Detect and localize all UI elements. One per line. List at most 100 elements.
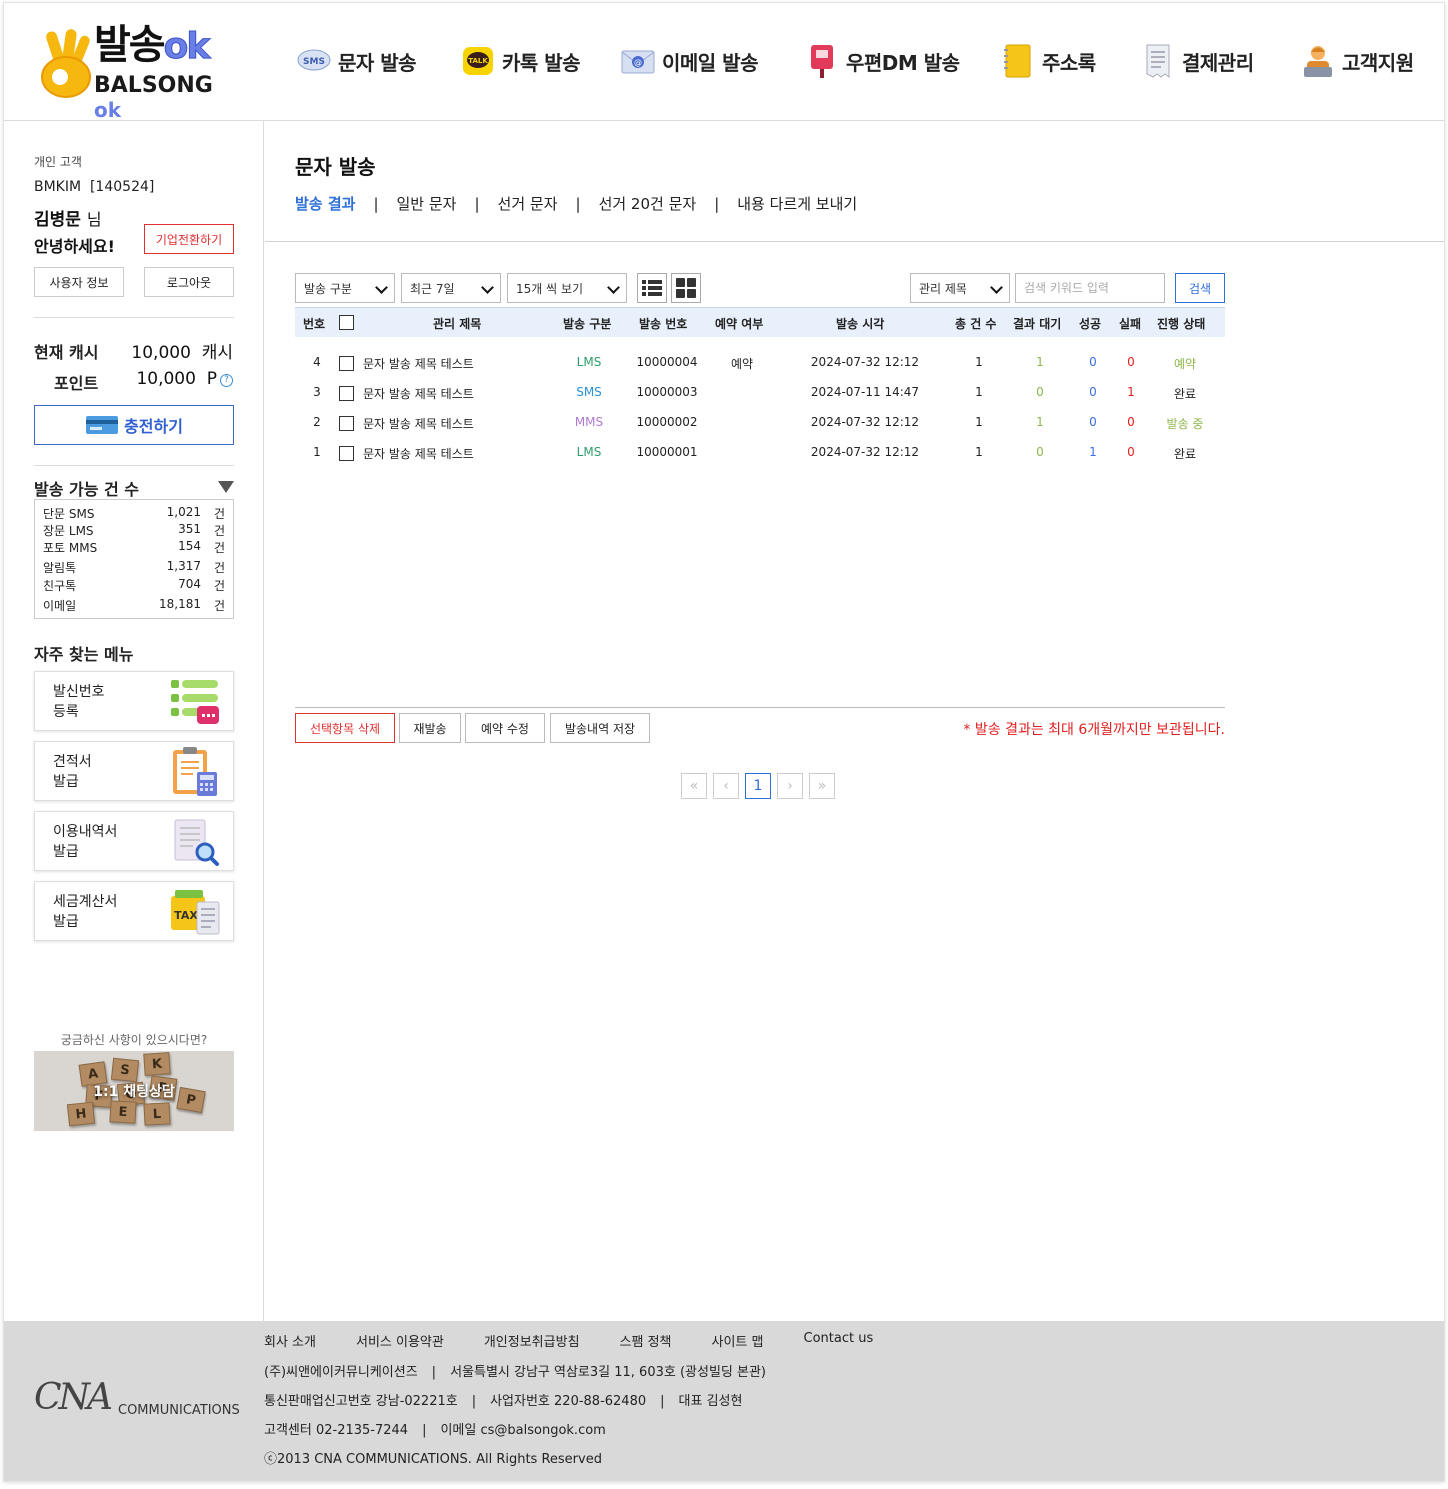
footer-link-about[interactable]: 회사 소개	[264, 1331, 316, 1350]
row-status: 완료	[1173, 447, 1197, 461]
search-field-select[interactable]: 관리 제목	[910, 273, 1010, 303]
ok-hand-icon	[41, 29, 91, 98]
row-wait: 0	[1036, 445, 1044, 459]
collapse-triangle-icon[interactable]	[218, 481, 234, 493]
row-total: 1	[975, 415, 983, 429]
scrabble-tile: S	[110, 1057, 140, 1083]
fav-usage-statement[interactable]: 이용내역서 발급	[34, 811, 234, 871]
avail-unit: 건	[213, 524, 225, 538]
row-title: 문자 발송 제목 테스트	[363, 357, 474, 371]
grid-view-icon	[676, 278, 696, 298]
next-page-button[interactable]: ›	[777, 773, 803, 799]
page-button-current[interactable]: 1	[745, 773, 771, 799]
footer-link-spam-policy[interactable]: 스팸 정책	[620, 1331, 672, 1350]
avail-unit: 건	[213, 579, 225, 593]
row-checkbox[interactable]	[339, 386, 354, 401]
cna-communications-logo: CNA COMMUNICATIONS	[34, 1377, 244, 1421]
tab-send-result[interactable]: 발송 결과	[295, 193, 355, 214]
list-view-button[interactable]	[637, 273, 667, 303]
table-row[interactable]: 1 문자 발송 제목 테스트 LMS 10000001 2024-07-32 12:12…	[295, 439, 1225, 469]
col-type: 발송 구분	[563, 317, 612, 331]
nav-postal-dm[interactable]: 우편DM 발송	[804, 41, 960, 81]
row-checkbox[interactable]	[339, 416, 354, 431]
resend-button[interactable]: 재발송	[399, 713, 461, 743]
sidebar-divider	[34, 465, 234, 466]
row-checkbox[interactable]	[339, 356, 354, 371]
fav-tax-invoice[interactable]: 세금계산서 발급 TAX	[34, 881, 234, 941]
chat-consult-banner[interactable]: A S K F O R H E L P 1:1 채팅상담	[34, 1051, 234, 1131]
row-title: 문자 발송 제목 테스트	[363, 447, 474, 461]
row-fail: 1	[1127, 385, 1135, 399]
avail-row: 이메일 18,181 건	[43, 597, 225, 615]
top-header: 발송ok BALSONG ok SMS 문자 발송 TALK 카톡 발송 @ 이…	[4, 3, 1444, 122]
nav-support[interactable]: 고객지원	[1300, 41, 1414, 81]
footer-link-contact[interactable]: Contact us	[804, 1331, 874, 1350]
grid-view-button[interactable]	[671, 273, 701, 303]
nav-address-book[interactable]: 주소록	[1000, 41, 1096, 81]
row-no: 2	[313, 415, 321, 429]
row-no: 1	[313, 445, 321, 459]
first-page-button[interactable]: «	[681, 773, 707, 799]
select-all-checkbox[interactable]	[339, 315, 354, 330]
table-row[interactable]: 2 문자 발송 제목 테스트 MMS 10000002 2024-07-32 12:12…	[295, 409, 1225, 439]
col-send-no: 발송 번호	[639, 317, 688, 331]
col-send-time: 발송 시각	[836, 317, 885, 331]
corp-switch-button[interactable]: 기업전환하기	[144, 224, 234, 254]
row-send-time: 2024-07-32 12:12	[810, 445, 920, 459]
footer-link-terms[interactable]: 서비스 이용약관	[356, 1331, 444, 1350]
table-row[interactable]: 3 문자 발송 제목 테스트 SMS 10000003 2024-07-11 14:47…	[295, 379, 1225, 409]
tab-election-20[interactable]: 선거 20건 문자	[599, 193, 697, 214]
nav-kakao-label: 카톡 발송	[502, 50, 581, 75]
row-fail: 0	[1127, 445, 1135, 459]
fav-quotation[interactable]: 견적서 발급	[34, 741, 234, 801]
row-wait: 1	[1036, 355, 1044, 369]
logout-button[interactable]: 로그아웃	[144, 267, 234, 297]
table-row[interactable]: 4 문자 발송 제목 테스트 LMS 10000004 예약 2024-07-32 12:…	[295, 349, 1225, 379]
avail-name: 친구톡	[43, 579, 77, 593]
footer-link-privacy[interactable]: 개인정보취급방침	[484, 1331, 580, 1350]
nav-email[interactable]: @ 이메일 발송	[620, 41, 758, 81]
avail-unit: 건	[213, 561, 225, 575]
app-window: 발송ok BALSONG ok SMS 문자 발송 TALK 카톡 발송 @ 이…	[3, 2, 1445, 1482]
tab-separator: |	[575, 194, 581, 213]
period-select[interactable]: 최근 7일	[401, 273, 501, 303]
svg-text:TAX: TAX	[174, 909, 198, 922]
col-fail: 실패	[1119, 317, 1142, 331]
delete-selected-button[interactable]: 선택항목 삭제	[295, 713, 395, 743]
user-info-button[interactable]: 사용자 정보	[34, 267, 124, 297]
row-send-no: 10000004	[636, 355, 698, 369]
row-send-no: 10000001	[636, 445, 698, 459]
nav-kakao[interactable]: TALK 카톡 발송	[460, 41, 581, 81]
footer-separator: |	[471, 1394, 477, 1409]
fav-sender-number[interactable]: 발신번호 등록	[34, 671, 234, 731]
tab-general-text[interactable]: 일반 문자	[397, 193, 457, 214]
tab-individual-content[interactable]: 내용 다르게 보내기	[737, 193, 857, 214]
balsong-ok-logo[interactable]: 발송ok BALSONG ok	[34, 21, 244, 122]
send-type-select[interactable]: 발송 구분	[295, 273, 395, 303]
help-icon[interactable]: ?	[220, 374, 233, 387]
page-size-select[interactable]: 15개 씩 보기	[507, 273, 627, 303]
search-button[interactable]: 검색	[1175, 273, 1225, 303]
point-value-wrap: 10,000 P?	[136, 369, 233, 389]
customer-type: 개인 고객	[34, 155, 82, 169]
col-success: 성공	[1079, 317, 1102, 331]
fav-label: 견적서 발급	[53, 754, 92, 790]
row-checkbox[interactable]	[339, 446, 354, 461]
cna-logo-text: COMMUNICATIONS	[118, 1403, 240, 1418]
main-divider	[265, 241, 1444, 242]
col-reserve: 예약 여부	[715, 317, 764, 331]
footer-link-sitemap[interactable]: 사이트 맵	[712, 1331, 764, 1350]
last-page-button[interactable]: »	[809, 773, 835, 799]
row-send-time: 2024-07-32 12:12	[810, 415, 920, 429]
save-history-button[interactable]: 발송내역 저장	[550, 713, 650, 743]
nav-sms[interactable]: SMS 문자 발송	[296, 41, 417, 81]
nav-payment[interactable]: 결제관리	[1140, 41, 1254, 81]
prev-page-button[interactable]: ‹	[713, 773, 739, 799]
charge-button[interactable]: 충전하기	[34, 405, 234, 445]
table-bottom-line	[295, 707, 1225, 708]
row-success: 0	[1089, 355, 1097, 369]
search-input[interactable]	[1015, 273, 1165, 303]
tab-election-text[interactable]: 선거 문자	[498, 193, 558, 214]
page-title: 문자 발송	[295, 155, 376, 179]
edit-reservation-button[interactable]: 예약 수정	[465, 713, 545, 743]
